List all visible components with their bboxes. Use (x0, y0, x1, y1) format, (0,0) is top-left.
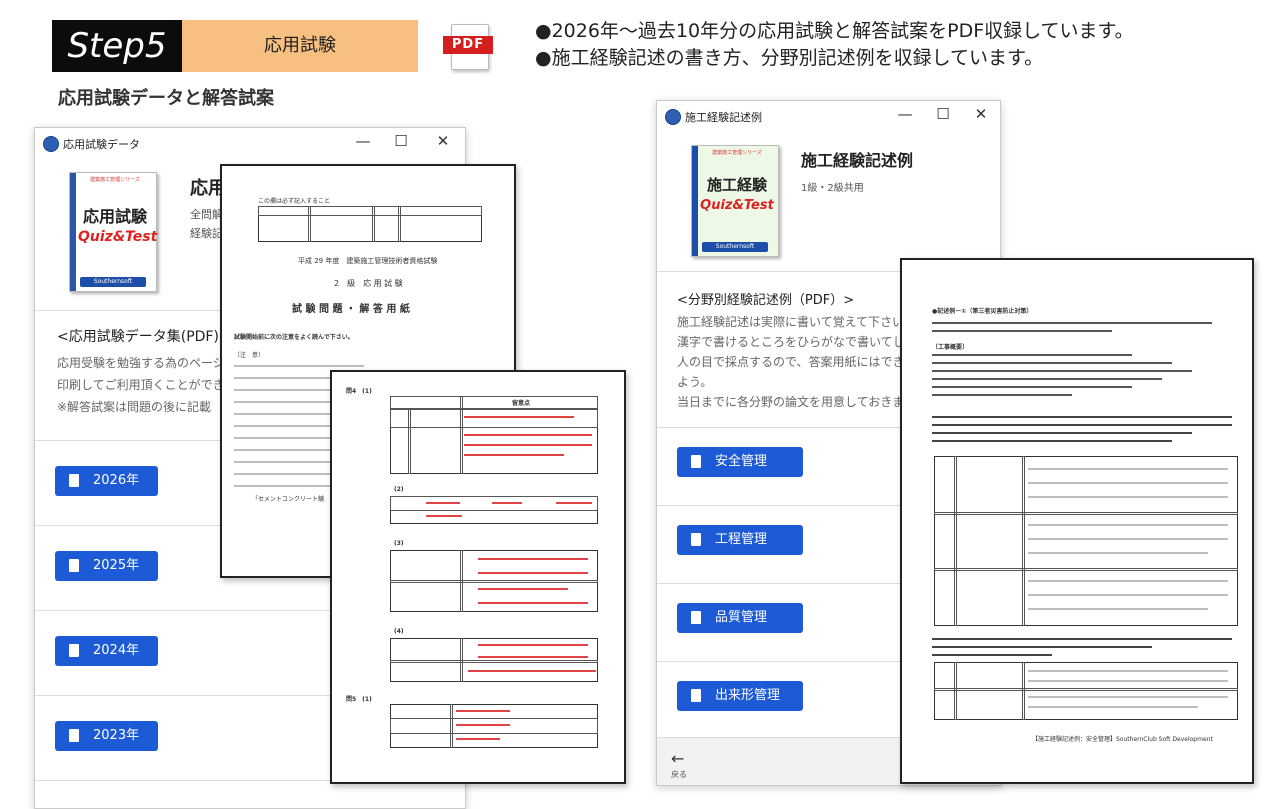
maximize-button[interactable]: ☐ (391, 132, 411, 150)
exam-section-text-1: 応用受験を勉強する為のページで (57, 356, 237, 370)
book-logo: Southernsoft (80, 277, 146, 287)
book-quiz-title: Quiz&Test (78, 229, 158, 245)
exam-intro: 試験開始前に次の注意をよく読んで下さい。 (234, 334, 354, 341)
step-title: 応用試験 (182, 20, 418, 72)
book-title: 応用試験 (82, 207, 147, 226)
section-subheading: 応用試験データと解答試案 (58, 88, 274, 109)
exam-section-title: <応用試験データ集(PDF)> (57, 329, 231, 345)
exam-section-text-3: ※解答試案は問題の後に記載 (57, 400, 212, 414)
book-icon (69, 729, 79, 742)
year-2023-button[interactable]: 2023年 (55, 721, 158, 751)
book-icon (69, 559, 79, 572)
exam-window-titlebar[interactable]: 応用試験データ — ☐ ✕ (35, 128, 465, 158)
book-quiz-title: Quiz&Test (700, 198, 774, 213)
year-2024-button[interactable]: 2024年 (55, 636, 158, 666)
minimize-button[interactable]: — (353, 132, 373, 150)
schedule-management-button[interactable]: 工程管理 (677, 525, 803, 555)
exam-heading-2: 2 級 応 用 試 験 (334, 279, 403, 288)
feature-bullets: ●2026年～過去10年分の応用試験と解答試案をPDF収録しています。 ●施工経… (535, 18, 1134, 72)
feature-bullet-1: ●2026年～過去10年分の応用試験と解答試案をPDF収録しています。 (535, 20, 1134, 42)
pdf-icon-label: PDF (443, 36, 493, 54)
book-icon (691, 689, 701, 702)
answer-part-4: (4) (394, 628, 404, 635)
exam-stamp-note: この欄は必ず記入すること (258, 198, 331, 205)
example-section-label: 〔工事概要〕 (932, 344, 969, 351)
example-title: ●記述例－①（第三者災害防止対策） (932, 308, 1033, 315)
answer-part-3: (3) (394, 540, 404, 547)
book-logo: Southernsoft (702, 242, 768, 252)
experience-book-cover: 建築施工管理シリーズ 施工経験 Quiz&Test Southernsoft (691, 145, 779, 257)
experience-window-title: 施工経験記述例 (685, 111, 762, 124)
experience-section-title: <分野別経験記述例（PDF）> (677, 293, 855, 308)
book-icon (691, 455, 701, 468)
answer-q4-header: 留意点 (512, 400, 531, 407)
back-arrow-icon[interactable]: ← (671, 749, 684, 768)
year-2025-button[interactable]: 2025年 (55, 551, 158, 581)
exam-section-text-2: 印刷してご利用頂くことができま (57, 378, 237, 392)
book-series: 建築施工管理シリーズ (90, 177, 140, 183)
answer-q5-label: 問5 (1) (346, 696, 372, 703)
book-title: 施工経験 (706, 176, 767, 194)
book-icon (691, 611, 701, 624)
close-button[interactable]: ✕ (433, 132, 453, 150)
close-button[interactable]: ✕ (971, 105, 991, 123)
exam-desc-1: 全問解 (190, 208, 223, 221)
exam-desc-2: 経験記 (190, 227, 223, 240)
experience-window-titlebar[interactable]: 施工経験記述例 — ☐ ✕ (657, 101, 1000, 131)
minimize-button[interactable]: — (895, 105, 915, 123)
step-badge: Step5 (52, 20, 182, 72)
book-icon (69, 644, 79, 657)
exam-answer-sheet: 問4 (1) 留意点 (2) (3) (4) 問5 (1) (330, 370, 626, 784)
exam-notes-label: 〔注 意〕 (234, 352, 265, 359)
workmanship-management-button[interactable]: 出来形管理 (677, 681, 803, 711)
experience-app-name: 施工経験記述例 (801, 151, 914, 170)
experience-subtitle: 1級・2級共用 (801, 183, 864, 194)
back-label[interactable]: 戻る (671, 769, 687, 780)
quality-management-button[interactable]: 品質管理 (677, 603, 803, 633)
safety-management-button[interactable]: 安全管理 (677, 447, 803, 477)
exam-window-title: 応用試験データ (63, 138, 140, 151)
exam-book-cover: 建築施工管理シリーズ 応用試験 Quiz&Test Southernsoft (69, 172, 157, 292)
answer-part-2: (2) (394, 486, 404, 493)
year-2026-button[interactable]: 2026年 (55, 466, 158, 496)
pdf-icon: PDF (443, 24, 493, 70)
book-icon (691, 533, 701, 546)
experience-text-1: 施工経験記述は実際に書いて覚えて下さい。 (677, 315, 917, 329)
app-icon (665, 109, 681, 125)
exam-bottom-note: 「セメントコンクリート舗 (252, 496, 324, 503)
exam-heading-3: 試 験 問 題 ・ 解 答 用 紙 (292, 304, 410, 315)
experience-text-4: よう。 (677, 375, 713, 389)
exam-heading-1: 平成 29 年度 建築施工管理技術者資格試験 (298, 257, 438, 265)
maximize-button[interactable]: ☐ (933, 105, 953, 123)
book-series: 建築施工管理シリーズ (712, 150, 762, 156)
feature-bullet-2: ●施工経験記述の書き方、分野別記述例を収録しています。 (535, 47, 1044, 69)
book-icon (69, 474, 79, 487)
app-icon (43, 136, 59, 152)
answer-q4-label: 問4 (1) (346, 388, 372, 395)
experience-example-sheet: ●記述例－①（第三者災害防止対策） 〔工事概要〕 【施工経験記述例：安全管理】S… (900, 258, 1254, 784)
example-footer: 【施工経験記述例：安全管理】SouthernClub Soft Developm… (1032, 736, 1213, 743)
